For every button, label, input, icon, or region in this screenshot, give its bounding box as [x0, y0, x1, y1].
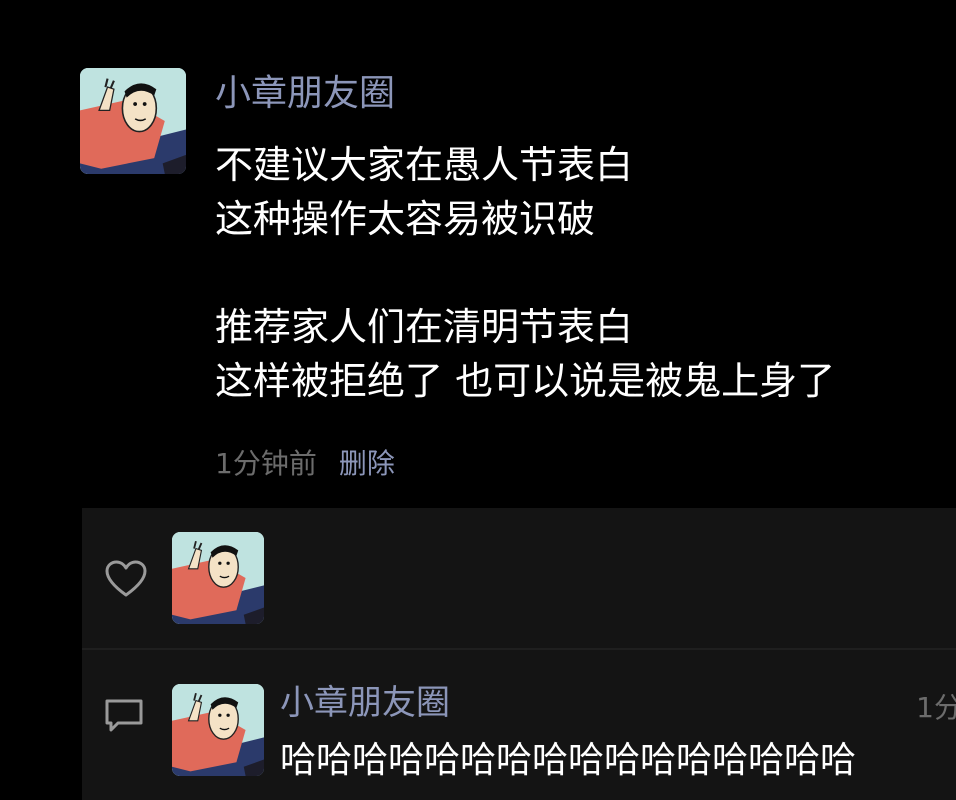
post-author-name[interactable]: 小章朋友圈 — [215, 70, 395, 118]
post-content-blank-line — [215, 246, 935, 300]
post-content-line: 推荐家人们在清明节表白 — [215, 305, 634, 349]
commenter-avatar[interactable] — [172, 684, 264, 776]
interaction-panel: 小章朋友圈 1分 哈哈哈哈哈哈哈哈哈哈哈哈哈哈哈哈 — [82, 508, 956, 800]
comment-text[interactable]: 哈哈哈哈哈哈哈哈哈哈哈哈哈哈哈哈 — [280, 736, 856, 786]
heart-outline-icon[interactable] — [104, 559, 148, 599]
divider — [82, 648, 956, 650]
post-timestamp: 1分钟前 — [215, 447, 317, 480]
post-content: 不建议大家在愚人节表白 这种操作太容易被识破 推荐家人们在清明节表白 这样被拒绝… — [215, 138, 935, 408]
speech-bubble-icon[interactable] — [102, 696, 146, 736]
post-meta: 1分钟前 删除 — [215, 444, 395, 484]
delete-button[interactable]: 删除 — [339, 447, 395, 480]
post-author-avatar[interactable] — [80, 68, 186, 174]
liker-avatar[interactable] — [172, 532, 264, 624]
post-content-line: 这种操作太容易被识破 — [215, 197, 596, 241]
post-content-line: 这样被拒绝了 也可以说是被鬼上身了 — [215, 359, 836, 403]
post-content-line: 不建议大家在愚人节表白 — [215, 143, 634, 187]
comment-author-name[interactable]: 小章朋友圈 — [280, 680, 450, 726]
comment-timestamp: 1分 — [916, 691, 956, 724]
